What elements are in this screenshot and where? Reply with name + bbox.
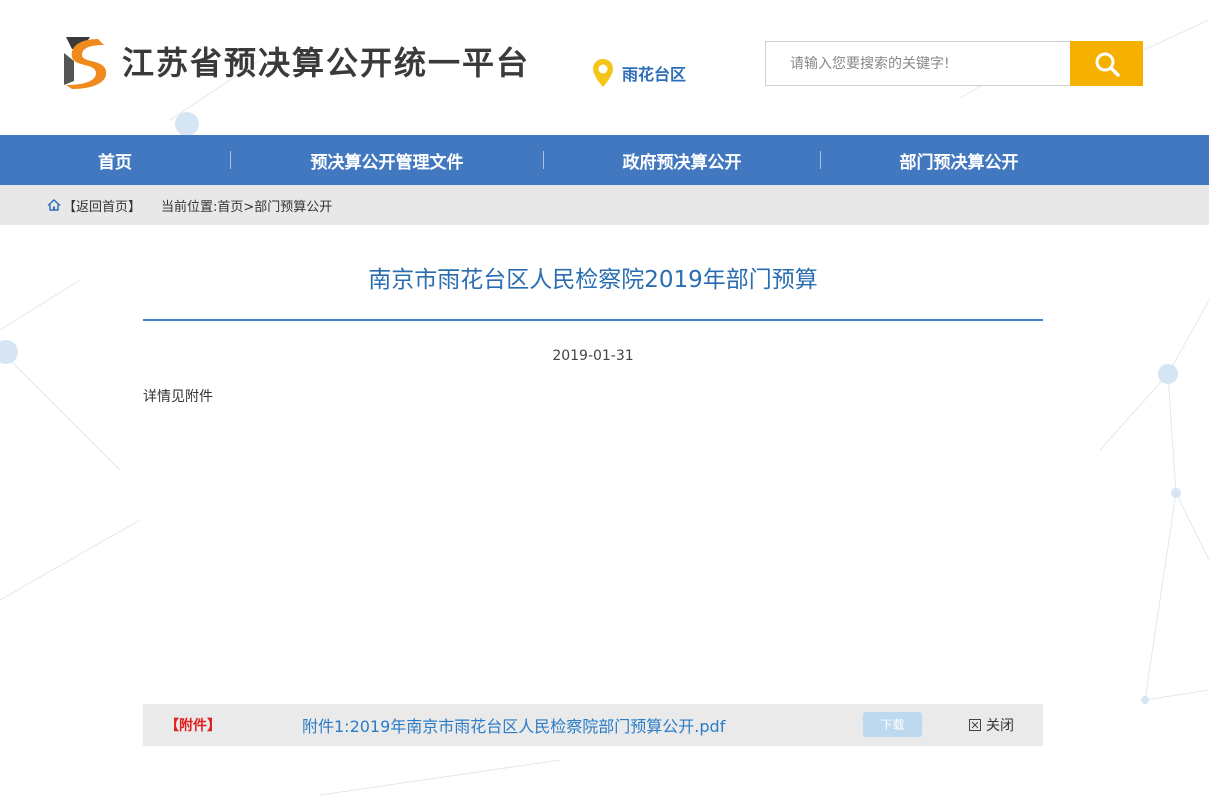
site-header: 江苏省预决算公开统一平台 雨花台区 <box>0 0 1209 135</box>
article-date: 2019-01-31 <box>552 348 634 364</box>
site-title: 江苏省预决算公开统一平台 <box>122 44 531 82</box>
site-logo[interactable]: 江苏省预决算公开统一平台 <box>60 33 530 89</box>
title-divider <box>143 319 1043 321</box>
search-bar <box>765 41 1143 86</box>
search-icon <box>1095 52 1120 77</box>
close-label: 关闭 <box>986 718 1014 734</box>
search-button[interactable] <box>1070 41 1143 86</box>
nav-item-government-budget[interactable]: 政府预决算公开 <box>544 148 820 173</box>
article-title: 南京市雨花台区人民检察院2019年部门预算 <box>368 267 818 293</box>
breadcrumb-current-label: 当前位置: <box>161 199 218 215</box>
region-selector[interactable]: 雨花台区 <box>592 58 686 88</box>
article-body: 详情见附件 <box>143 389 213 405</box>
home-icon <box>47 199 61 211</box>
location-pin-icon <box>593 59 613 87</box>
attachment-link[interactable]: 附件1:2019年南京市雨花台区人民检察院部门预算公开.pdf <box>302 713 725 737</box>
nav-item-home[interactable]: 首页 <box>0 148 230 173</box>
close-button[interactable]: 关闭 <box>969 715 1014 735</box>
breadcrumb-path: 首页>部门预算公开 <box>217 199 333 215</box>
close-box-icon <box>969 719 981 731</box>
nav-item-department-budget[interactable]: 部门预决算公开 <box>821 148 1097 173</box>
download-button[interactable]: 下载 <box>863 712 922 737</box>
main-nav: 首页 预决算公开管理文件 政府预决算公开 部门预决算公开 <box>0 135 1209 185</box>
search-input[interactable] <box>765 41 1070 86</box>
attachment-tag: 【附件】 <box>165 718 221 734</box>
attachment-bar: 【附件】 附件1:2019年南京市雨花台区人民检察院部门预算公开.pdf 下载 … <box>143 704 1043 746</box>
nav-item-budget-files[interactable]: 预决算公开管理文件 <box>231 148 543 173</box>
region-label: 雨花台区 <box>622 65 687 84</box>
breadcrumb: 【返回首页】 当前位置: 首页>部门预算公开 <box>0 185 1209 225</box>
logo-mark-icon <box>64 37 107 89</box>
back-home-link[interactable]: 【返回首页】 <box>63 196 141 215</box>
